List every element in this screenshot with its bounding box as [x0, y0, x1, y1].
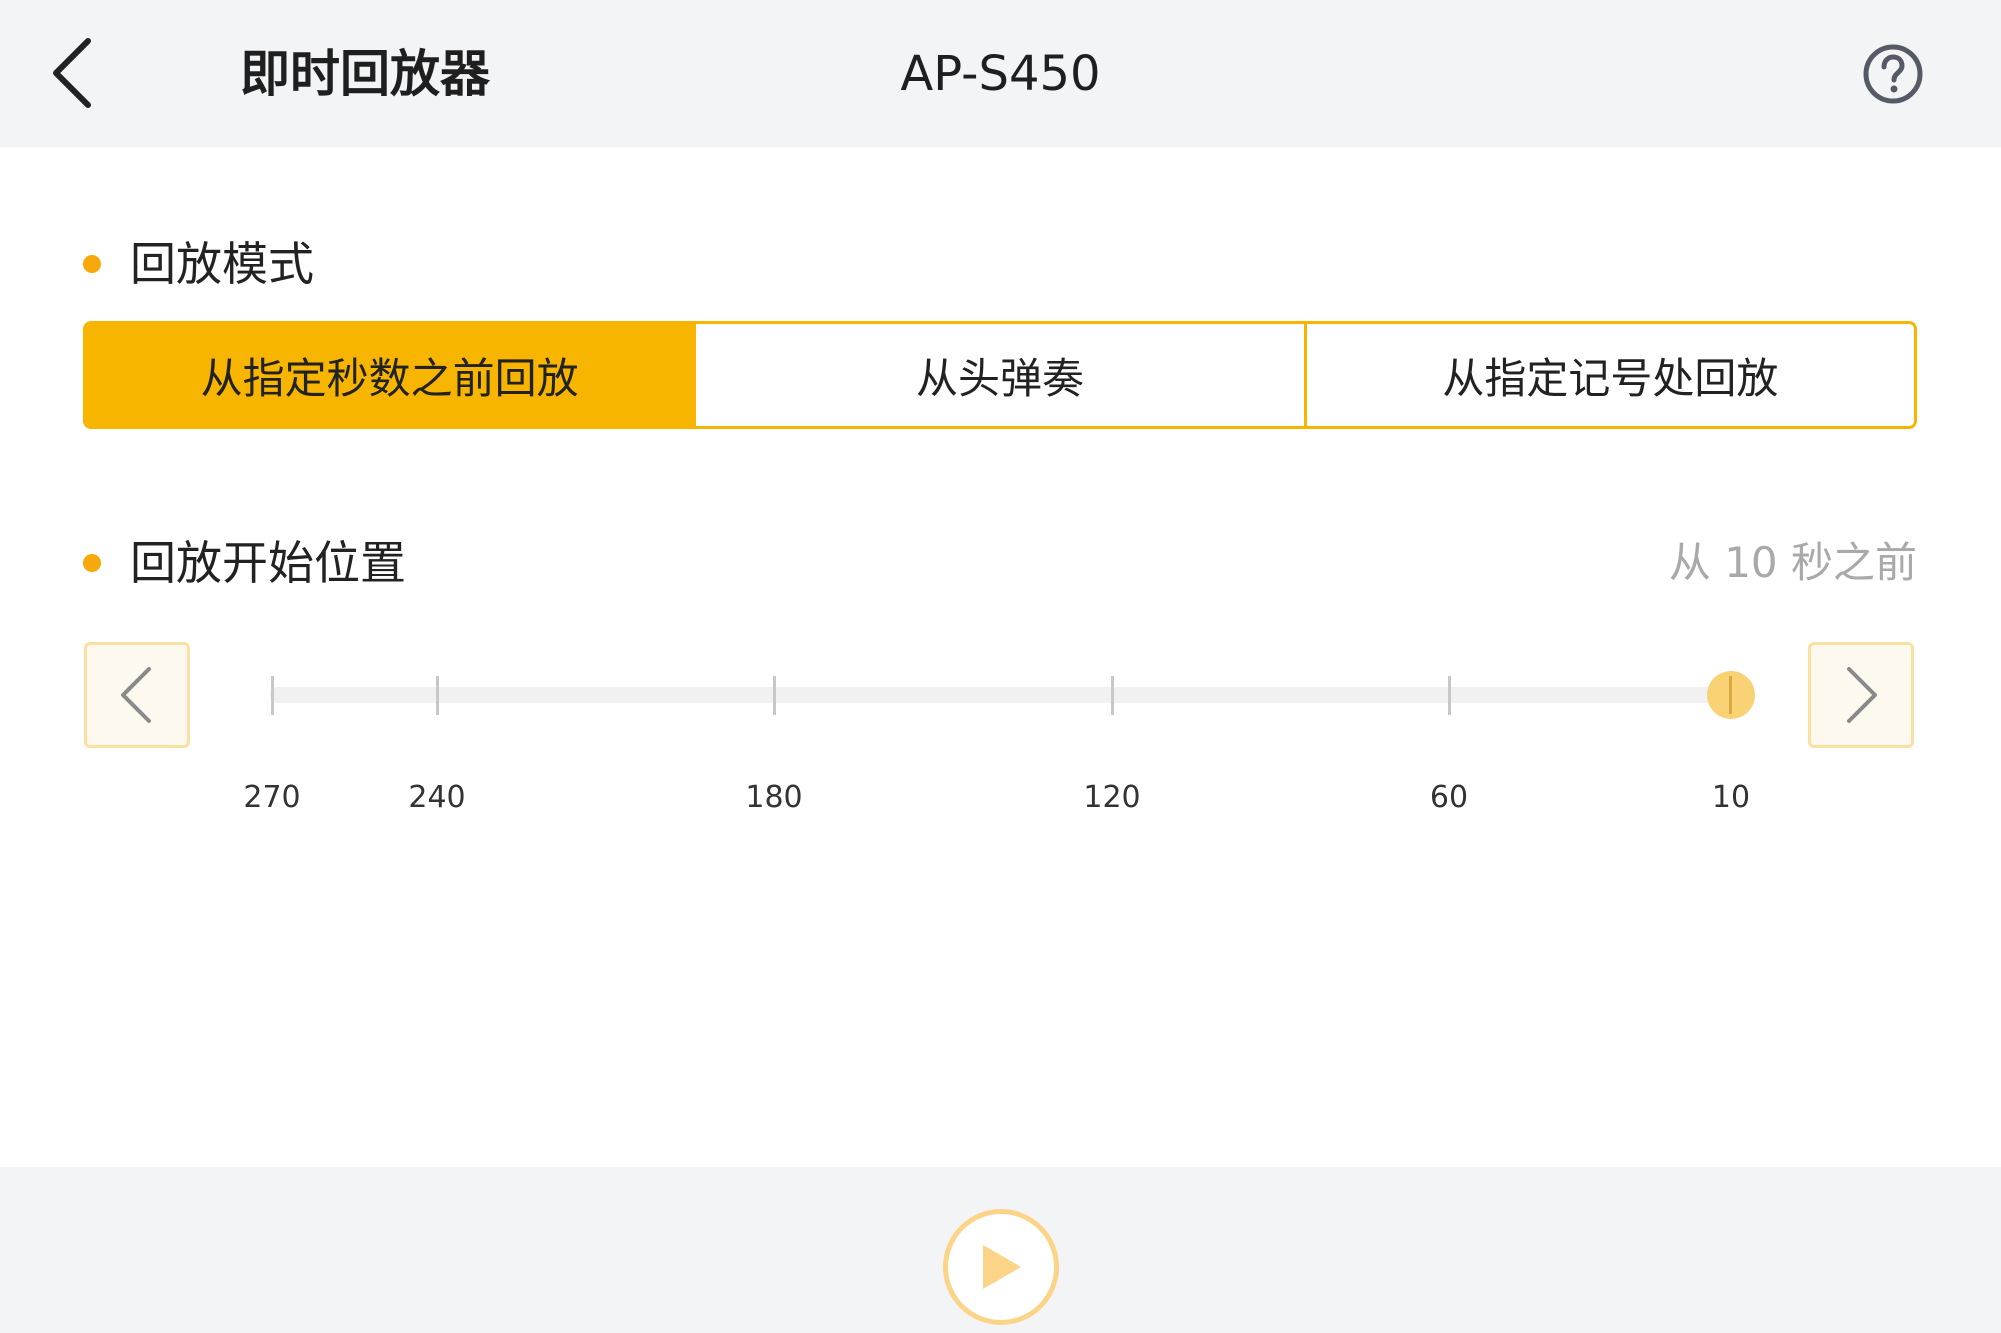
- mode-segmented-control: 从指定秒数之前回放 从头弹奏 从指定记号处回放: [83, 321, 1917, 429]
- mode-option-from-start[interactable]: 从头弹奏: [693, 324, 1304, 426]
- slider-track: [270, 687, 1735, 703]
- back-button[interactable]: [38, 33, 108, 113]
- play-icon: [983, 1245, 1021, 1289]
- position-section-title: 回放开始位置: [130, 536, 406, 590]
- mode-option-from-marker[interactable]: 从指定记号处回放: [1303, 324, 1914, 426]
- slider-tick-label: 10: [1711, 780, 1751, 815]
- header-bar: 即时回放器 AP-S450: [0, 0, 2001, 147]
- help-button[interactable]: [1862, 43, 1924, 105]
- slider-thumb[interactable]: [1707, 671, 1755, 719]
- chevron-left-icon: [53, 38, 91, 108]
- slider-tick: [1111, 676, 1114, 715]
- mode-section-heading: 回放模式: [83, 234, 314, 294]
- position-slider[interactable]: [270, 660, 1755, 730]
- step-previous-button[interactable]: [84, 642, 190, 748]
- page-title: 即时回放器: [240, 45, 490, 103]
- mode-option-seconds-before[interactable]: 从指定秒数之前回放: [86, 324, 694, 426]
- chevron-right-icon: [1847, 667, 1877, 723]
- slider-tick-label: 270: [243, 780, 301, 815]
- slider-tick-label: 60: [1429, 780, 1469, 815]
- question-circle-icon: [1863, 44, 1923, 104]
- slider-tick: [773, 676, 776, 715]
- mode-section-title: 回放模式: [130, 237, 314, 291]
- chevron-left-icon: [121, 667, 151, 723]
- slider-tick-label: 180: [745, 780, 803, 815]
- position-value-label: 从 10 秒之前: [1668, 538, 1917, 587]
- device-name: AP-S450: [900, 46, 1101, 102]
- play-button[interactable]: [943, 1209, 1059, 1325]
- position-section-heading: 回放开始位置: [83, 533, 406, 593]
- step-next-button[interactable]: [1808, 642, 1914, 748]
- slider-tick-label: 240: [408, 780, 466, 815]
- slider-tick: [1448, 676, 1451, 715]
- instant-playback-screen: 即时回放器 AP-S450 回放模式 从指定秒数之前回放 从头弹奏 从指定记号处…: [0, 0, 2001, 1333]
- bullet-dot-icon: [83, 554, 101, 572]
- slider-tick-label: 120: [1083, 780, 1141, 815]
- slider-tick: [271, 676, 274, 715]
- slider-tick: [436, 676, 439, 715]
- bullet-dot-icon: [83, 255, 101, 273]
